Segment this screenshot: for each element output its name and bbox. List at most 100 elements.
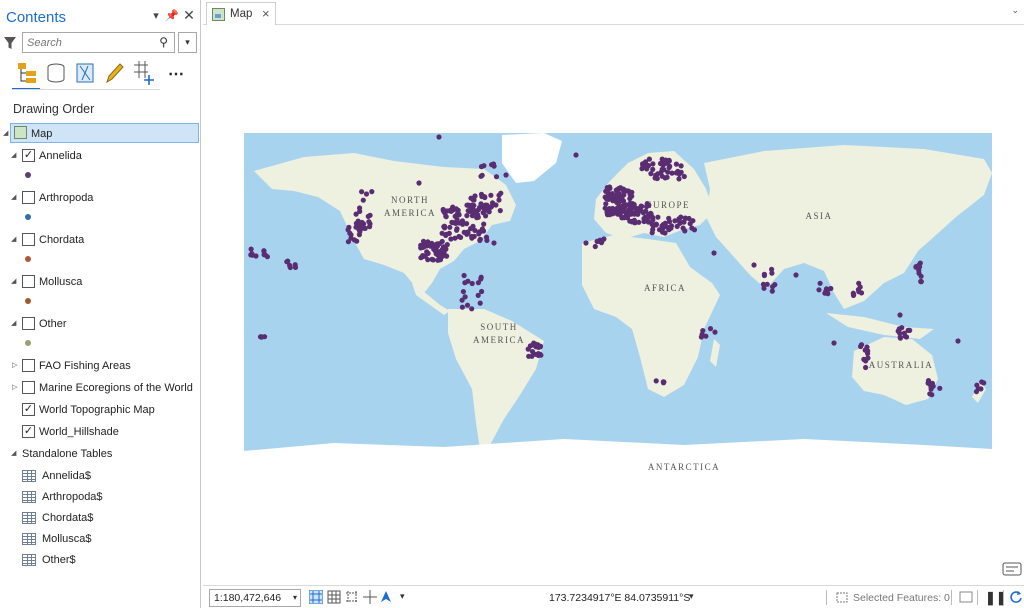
selection-icon[interactable] xyxy=(836,590,850,604)
occurrence-point[interactable] xyxy=(605,209,611,215)
scale-dropdown[interactable]: 1:180,472,646 ▾ xyxy=(209,589,301,607)
layer-visibility-checkbox[interactable] xyxy=(22,381,35,394)
occurrence-point[interactable] xyxy=(621,208,627,214)
layer-arthropoda[interactable]: ◢ Arthropoda xyxy=(0,188,199,208)
occurrence-point[interactable] xyxy=(678,169,684,175)
occurrence-point[interactable] xyxy=(488,192,494,198)
occurrence-point[interactable] xyxy=(650,214,656,220)
occurrence-point[interactable] xyxy=(711,250,717,256)
occurrence-point[interactable] xyxy=(613,187,619,193)
standalone-tables-node[interactable]: ◢ Standalone Tables xyxy=(0,444,199,464)
occurrence-point[interactable] xyxy=(454,216,460,223)
occurrence-point[interactable] xyxy=(454,226,460,232)
occurrence-point[interactable] xyxy=(480,203,486,209)
occurrence-point[interactable] xyxy=(649,230,655,236)
collapse-icon[interactable]: ◢ xyxy=(11,151,19,159)
occurrence-point[interactable] xyxy=(503,172,509,178)
occurrence-point[interactable] xyxy=(461,272,467,279)
occurrence-point[interactable] xyxy=(678,163,684,169)
occurrence-point[interactable] xyxy=(434,241,440,247)
occurrence-point[interactable] xyxy=(478,173,484,179)
occurrence-point[interactable] xyxy=(456,212,462,218)
search-icon[interactable]: ⚲ xyxy=(159,35,168,49)
occurrence-point[interactable] xyxy=(864,344,870,350)
occurrence-point[interactable] xyxy=(469,306,475,312)
occurrence-point[interactable] xyxy=(363,191,370,197)
occurrence-point[interactable] xyxy=(850,290,856,296)
occurrence-point[interactable] xyxy=(348,235,354,241)
list-by-editing-icon[interactable] xyxy=(103,60,125,86)
occurrence-point[interactable] xyxy=(532,351,539,357)
occurrence-point[interactable] xyxy=(628,207,634,213)
occurrence-point[interactable] xyxy=(468,195,474,201)
occurrence-point[interactable] xyxy=(493,174,500,180)
filter-icon[interactable] xyxy=(3,35,17,51)
occurrence-point[interactable] xyxy=(978,386,984,392)
occurrence-point[interactable] xyxy=(427,243,433,249)
occurrence-point[interactable] xyxy=(686,215,692,222)
layer-visibility-checkbox[interactable] xyxy=(22,191,35,204)
occurrence-point[interactable] xyxy=(486,209,492,215)
occurrence-point[interactable] xyxy=(659,166,665,172)
attribution-icon[interactable] xyxy=(1002,562,1022,580)
occurrence-point[interactable] xyxy=(416,180,422,186)
table-view-icon[interactable] xyxy=(327,590,341,604)
occurrence-point[interactable] xyxy=(918,278,924,285)
expand-icon[interactable]: ▷ xyxy=(12,383,20,391)
occurrence-point[interactable] xyxy=(487,204,494,210)
occurrence-point[interactable] xyxy=(677,220,683,226)
occurrence-point[interactable] xyxy=(643,208,649,214)
occurrence-point[interactable] xyxy=(439,238,445,245)
occurrence-point[interactable] xyxy=(430,257,436,263)
occurrence-point[interactable] xyxy=(655,171,661,177)
layer-visibility-checkbox[interactable] xyxy=(22,359,35,372)
occurrence-point[interactable] xyxy=(443,213,449,219)
occurrence-point[interactable] xyxy=(641,218,647,225)
occurrence-point[interactable] xyxy=(973,389,980,395)
layer-other[interactable]: ◢ Other xyxy=(0,314,199,334)
occurrence-point[interactable] xyxy=(824,289,830,295)
occurrence-point[interactable] xyxy=(248,246,254,252)
tab-map[interactable]: Map × xyxy=(206,2,276,25)
occurrence-point[interactable] xyxy=(436,134,442,140)
layer-annelida[interactable]: ◢ ✓ Annelida xyxy=(0,146,199,166)
layer-chordata[interactable]: ◢ Chordata xyxy=(0,230,199,250)
layer-visibility-checkbox[interactable] xyxy=(22,275,35,288)
occurrence-point[interactable] xyxy=(604,186,610,192)
occurrence-point[interactable] xyxy=(689,225,695,231)
occurrence-point[interactable] xyxy=(477,300,483,306)
occurrence-point[interactable] xyxy=(626,212,632,218)
occurrence-point[interactable] xyxy=(538,352,544,358)
occurrence-point[interactable] xyxy=(447,207,453,213)
occurrence-point[interactable] xyxy=(627,196,633,202)
occurrence-point[interactable] xyxy=(264,254,270,260)
occurrence-point[interactable] xyxy=(249,251,255,257)
occurrence-point[interactable] xyxy=(478,274,484,280)
search-input[interactable] xyxy=(23,33,153,52)
occurrence-point[interactable] xyxy=(596,238,602,244)
close-tab-icon[interactable]: × xyxy=(262,6,270,21)
layer-visibility-checkbox[interactable]: ✓ xyxy=(22,425,35,438)
occurrence-point[interactable] xyxy=(687,221,693,227)
occurrence-point[interactable] xyxy=(459,304,465,310)
occurrence-point[interactable] xyxy=(353,211,359,217)
occurrence-point[interactable] xyxy=(436,249,442,255)
occurrence-point[interactable] xyxy=(491,240,497,246)
table-item[interactable]: Chordata$ xyxy=(0,508,199,528)
occurrence-point[interactable] xyxy=(928,384,934,390)
occurrence-point[interactable] xyxy=(751,262,757,268)
occurrence-point[interactable] xyxy=(636,208,643,214)
occurrence-point[interactable] xyxy=(856,289,862,295)
occurrence-point[interactable] xyxy=(480,228,487,234)
occurrence-point[interactable] xyxy=(527,343,533,349)
layer-visibility-checkbox[interactable]: ✓ xyxy=(22,149,35,162)
occurrence-point[interactable] xyxy=(261,248,267,254)
occurrence-point[interactable] xyxy=(490,161,497,167)
list-by-selection-icon[interactable] xyxy=(74,60,96,86)
collapse-icon[interactable]: ◢ xyxy=(11,277,19,285)
occurrence-point[interactable] xyxy=(478,191,485,197)
occurrence-point[interactable] xyxy=(793,272,799,278)
occurrence-point[interactable] xyxy=(624,188,630,194)
occurrence-point[interactable] xyxy=(356,232,362,238)
occurrence-point[interactable] xyxy=(469,280,475,287)
